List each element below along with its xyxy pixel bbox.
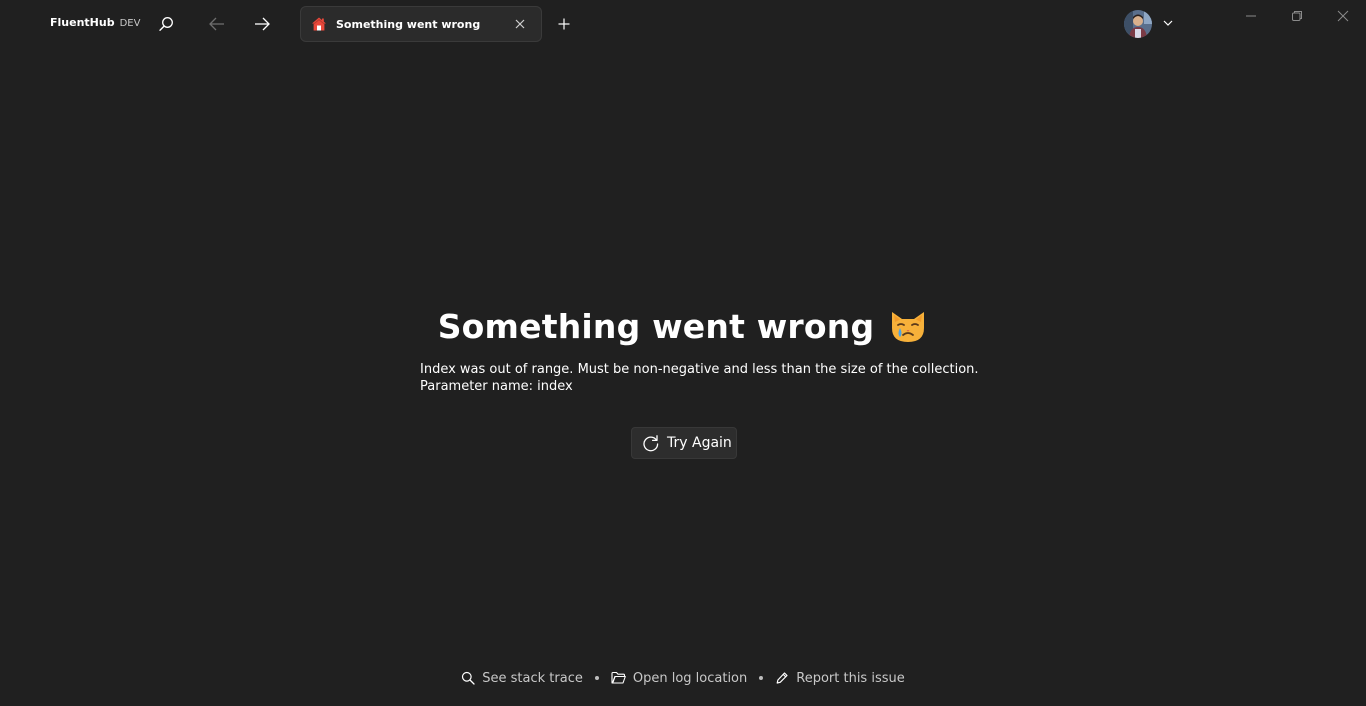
try-again-button[interactable]: Try Again [631,427,737,459]
close-icon[interactable] [511,15,529,33]
search-icon [462,671,475,685]
open-log-location-label: Open log location [632,670,748,686]
footer-links: See stack trace Open log location Report… [0,668,1366,688]
error-title: Something went wrong [437,306,875,346]
bug-icon [776,672,788,684]
avatar[interactable] [1124,10,1152,38]
try-again-label: Try Again [667,435,732,451]
see-stack-trace-link[interactable]: See stack trace [461,671,583,686]
error-message-line: Index was out of range. Must be non-nega… [420,362,979,377]
report-issue-label: Report this issue [796,670,905,686]
open-log-location-link[interactable]: Open log location [611,671,747,686]
error-parameter-line: Parameter name: index [420,379,573,394]
crying-cat-emoji [892,312,925,342]
back-arrow-icon[interactable] [203,10,231,38]
forward-arrow-icon[interactable] [248,10,276,38]
separator-dot [594,676,599,680]
separator-dot [759,676,764,680]
app-name: FluentHub [50,16,115,29]
restore-icon[interactable] [1284,4,1310,28]
app-title: FluentHub DEV [50,16,140,29]
tab-label: Something went wrong [336,18,481,31]
minimize-icon[interactable] [1238,4,1264,28]
app-badge: DEV [119,18,141,29]
title-bar: FluentHub DEV Something went wrong [0,0,1366,48]
add-icon[interactable] [550,10,578,38]
refresh-icon [643,435,659,452]
report-issue-link[interactable]: Report this issue [775,670,905,686]
home-icon [312,17,326,31]
search-icon[interactable] [152,10,180,38]
chevron-down-icon[interactable] [1161,16,1175,30]
see-stack-trace-label: See stack trace [482,670,583,686]
tab-something-went-wrong[interactable]: Something went wrong [300,6,542,42]
error-message: Index was out of range. Must be non-nega… [420,361,980,395]
folder-icon [611,671,626,684]
window-close-icon[interactable] [1330,4,1356,28]
error-heading: Something went wrong [0,306,1366,346]
